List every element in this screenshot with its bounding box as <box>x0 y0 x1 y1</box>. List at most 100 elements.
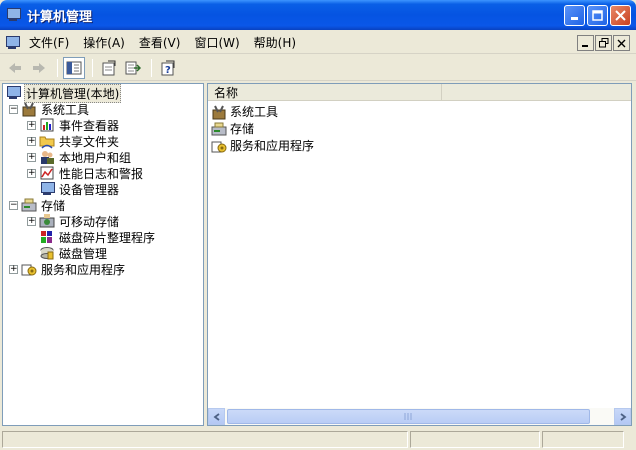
forward-button[interactable] <box>28 57 50 79</box>
title-bar[interactable]: 计算机管理 <box>0 0 636 30</box>
tree-item-label: 磁盘碎片整理程序 <box>59 230 156 245</box>
expand-toggle[interactable]: + <box>27 168 36 178</box>
tree-item-services-apps[interactable]: + 服务和应用程序 <box>9 261 126 277</box>
status-panel-2 <box>410 430 540 448</box>
tree-item-label: 服务和应用程序 <box>41 262 126 277</box>
tree-item-storage[interactable]: − 存储 <box>9 197 66 213</box>
services-applications-icon <box>211 138 227 154</box>
tree-item-root[interactable]: 计算机管理(本地) <box>5 83 122 103</box>
tree-item-local-users[interactable]: + 本地用户和组 <box>27 149 132 165</box>
restore-icon <box>598 38 608 48</box>
tree-item-perf-logs[interactable]: + 性能日志和警报 <box>27 165 144 181</box>
list-item-label: 服务和应用程序 <box>230 139 315 153</box>
disk-defragmenter-icon <box>39 229 55 245</box>
menu-help[interactable]: 帮助(H) <box>247 33 303 53</box>
column-header-label: 名称 <box>214 85 239 100</box>
scroll-left-button[interactable] <box>208 408 225 425</box>
computer-management-icon <box>5 7 21 23</box>
console-tree[interactable]: 计算机管理(本地) − 系统工具 + 事件查看器 + 共享文件夹 + 本地用户和… <box>2 83 204 426</box>
tree-item-label: 本地用户和组 <box>59 150 132 165</box>
forward-arrow-icon <box>33 62 45 73</box>
list-item-label: 存储 <box>230 122 255 136</box>
menu-action[interactable]: 操作(A) <box>76 33 132 53</box>
toolbar-separator <box>57 58 58 77</box>
help-icon: ? <box>161 60 175 76</box>
tree-item-label: 共享文件夹 <box>59 134 120 149</box>
event-viewer-icon <box>39 117 55 133</box>
export-list-icon <box>125 61 141 74</box>
minimize-icon <box>570 17 578 20</box>
device-manager-icon <box>39 181 55 197</box>
maximize-button[interactable] <box>587 4 608 26</box>
toolbar-separator <box>151 58 152 77</box>
tree-item-removable-storage[interactable]: + 可移动存储 <box>27 213 120 229</box>
scroll-right-button[interactable] <box>614 408 631 425</box>
child-restore-button[interactable] <box>595 35 612 51</box>
expand-toggle[interactable]: + <box>27 216 36 226</box>
tree-item-label: 事件查看器 <box>59 118 120 133</box>
tree-item-disk-defrag[interactable]: 磁盘碎片整理程序 <box>27 229 156 245</box>
list-item[interactable]: 服务和应用程序 <box>211 137 314 154</box>
export-list-button[interactable] <box>122 57 144 79</box>
menu-file[interactable]: 文件(F) <box>22 33 76 53</box>
tree-item-label: 设备管理器 <box>59 182 120 197</box>
shared-folder-icon <box>39 133 55 149</box>
properties-icon <box>102 60 116 75</box>
scroll-thumb[interactable] <box>227 409 590 424</box>
back-button[interactable] <box>4 57 26 79</box>
tree-item-label: 存储 <box>41 198 66 213</box>
column-header-name[interactable]: 名称 <box>208 84 631 101</box>
tree-item-label: 性能日志和警报 <box>59 166 144 181</box>
tree-item-disk-management[interactable]: 磁盘管理 <box>27 245 108 261</box>
chevron-left-icon <box>213 412 220 421</box>
expand-toggle[interactable]: + <box>27 152 36 162</box>
computer-icon <box>5 85 21 101</box>
storage-icon <box>211 121 227 137</box>
status-panel-3 <box>542 430 624 448</box>
menu-window[interactable]: 窗口(W) <box>187 33 246 53</box>
status-panel-main <box>2 430 408 448</box>
minimize-icon <box>582 44 588 47</box>
grip-icon <box>404 413 412 420</box>
properties-button[interactable] <box>98 57 120 79</box>
removable-storage-icon <box>39 213 55 229</box>
tree-item-label: 磁盘管理 <box>59 246 108 261</box>
services-applications-icon <box>21 261 37 277</box>
tree-item-label: 系统工具 <box>41 102 90 117</box>
expand-toggle[interactable]: + <box>27 120 36 130</box>
collapse-toggle[interactable]: − <box>9 104 18 114</box>
expand-toggle[interactable]: + <box>27 136 36 146</box>
back-arrow-icon <box>9 62 21 73</box>
chevron-right-icon <box>619 412 626 421</box>
collapse-toggle[interactable]: − <box>9 200 18 210</box>
performance-logs-icon <box>39 165 55 181</box>
help-button[interactable]: ? <box>157 57 179 79</box>
system-tools-icon <box>211 104 227 120</box>
tree-item-system-tools[interactable]: − 系统工具 <box>9 101 90 117</box>
tree-item-label: 可移动存储 <box>59 214 120 229</box>
menu-bar: 文件(F) 操作(A) 查看(V) 窗口(W) 帮助(H) <box>0 33 636 54</box>
child-minimize-button[interactable] <box>577 35 594 51</box>
list-item[interactable]: 存储 <box>211 120 254 137</box>
show-hide-console-tree-button[interactable] <box>63 56 85 79</box>
disk-management-icon <box>39 245 55 261</box>
column-divider[interactable] <box>441 84 442 101</box>
minimize-button[interactable] <box>564 4 585 26</box>
child-close-button[interactable] <box>613 35 630 51</box>
menu-view[interactable]: 查看(V) <box>132 33 188 53</box>
horizontal-scrollbar[interactable] <box>208 408 631 425</box>
system-tools-icon <box>21 101 37 117</box>
toolbar: ? <box>0 55 636 81</box>
expand-toggle[interactable]: + <box>9 264 18 274</box>
close-button[interactable] <box>610 4 631 26</box>
storage-icon <box>21 197 37 213</box>
status-bar <box>0 428 636 450</box>
toolbar-separator <box>92 58 93 77</box>
list-item[interactable]: 系统工具 <box>211 103 278 120</box>
tree-item-shared-folders[interactable]: + 共享文件夹 <box>27 133 120 149</box>
tree-item-device-manager[interactable]: 设备管理器 <box>27 181 120 197</box>
details-pane[interactable]: 名称 系统工具 存储 服务和应用程序 <box>207 83 632 426</box>
tree-item-event-viewer[interactable]: + 事件查看器 <box>27 117 120 133</box>
list-item-label: 系统工具 <box>230 105 279 119</box>
document-icon <box>4 35 20 51</box>
